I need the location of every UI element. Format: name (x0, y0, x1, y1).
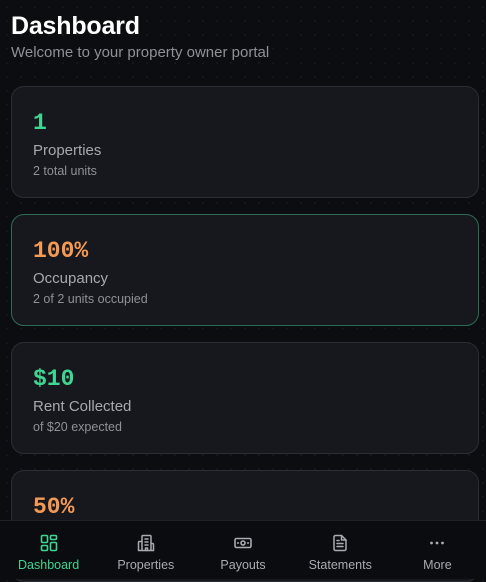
nav-label-payouts: Payouts (220, 558, 266, 572)
page-subtitle: Welcome to your property owner portal (11, 44, 270, 61)
page-title: Dashboard (11, 12, 140, 40)
properties-count: 1 (33, 110, 47, 136)
rent-collected-label: Rent Collected (33, 398, 132, 415)
occupancy-stat-card[interactable]: 100% Occupancy 2 of 2 units occupied (11, 214, 479, 326)
nav-label-dashboard: Dashboard (18, 558, 80, 572)
units-occupied-text: 2 of 2 units occupied (33, 292, 148, 306)
nav-item-properties[interactable]: Properties (97, 521, 194, 579)
nav-item-more[interactable]: More (389, 521, 486, 579)
nav-item-statements[interactable]: Statements (292, 521, 389, 579)
nav-label-more: More (423, 558, 452, 572)
properties-label: Properties (33, 142, 102, 159)
document-icon (330, 533, 350, 553)
occupancy-value: 100% (33, 238, 89, 264)
page-header: Dashboard Welcome to your property owner… (11, 10, 475, 63)
total-units-text: 2 total units (33, 164, 97, 178)
more-dots-icon (427, 533, 447, 553)
properties-stat-card[interactable]: 1 Properties 2 total units (11, 86, 479, 198)
nav-item-dashboard[interactable]: Dashboard (0, 521, 97, 579)
building-icon (136, 533, 156, 553)
rent-collected-value: $10 (33, 366, 75, 392)
rent-collected-stat-card[interactable]: $10 Rent Collected of $20 expected (11, 342, 479, 454)
grid-icon (39, 533, 59, 553)
bottom-nav: Dashboard Properties Payouts Statements … (0, 520, 486, 579)
collection-rate-value: 50% (33, 494, 75, 520)
nav-label-properties: Properties (117, 558, 175, 572)
occupancy-label: Occupancy (33, 270, 109, 287)
banknote-icon (233, 533, 253, 553)
rent-expected-text: of $20 expected (33, 420, 122, 434)
nav-label-statements: Statements (308, 558, 372, 572)
nav-item-payouts[interactable]: Payouts (194, 521, 291, 579)
